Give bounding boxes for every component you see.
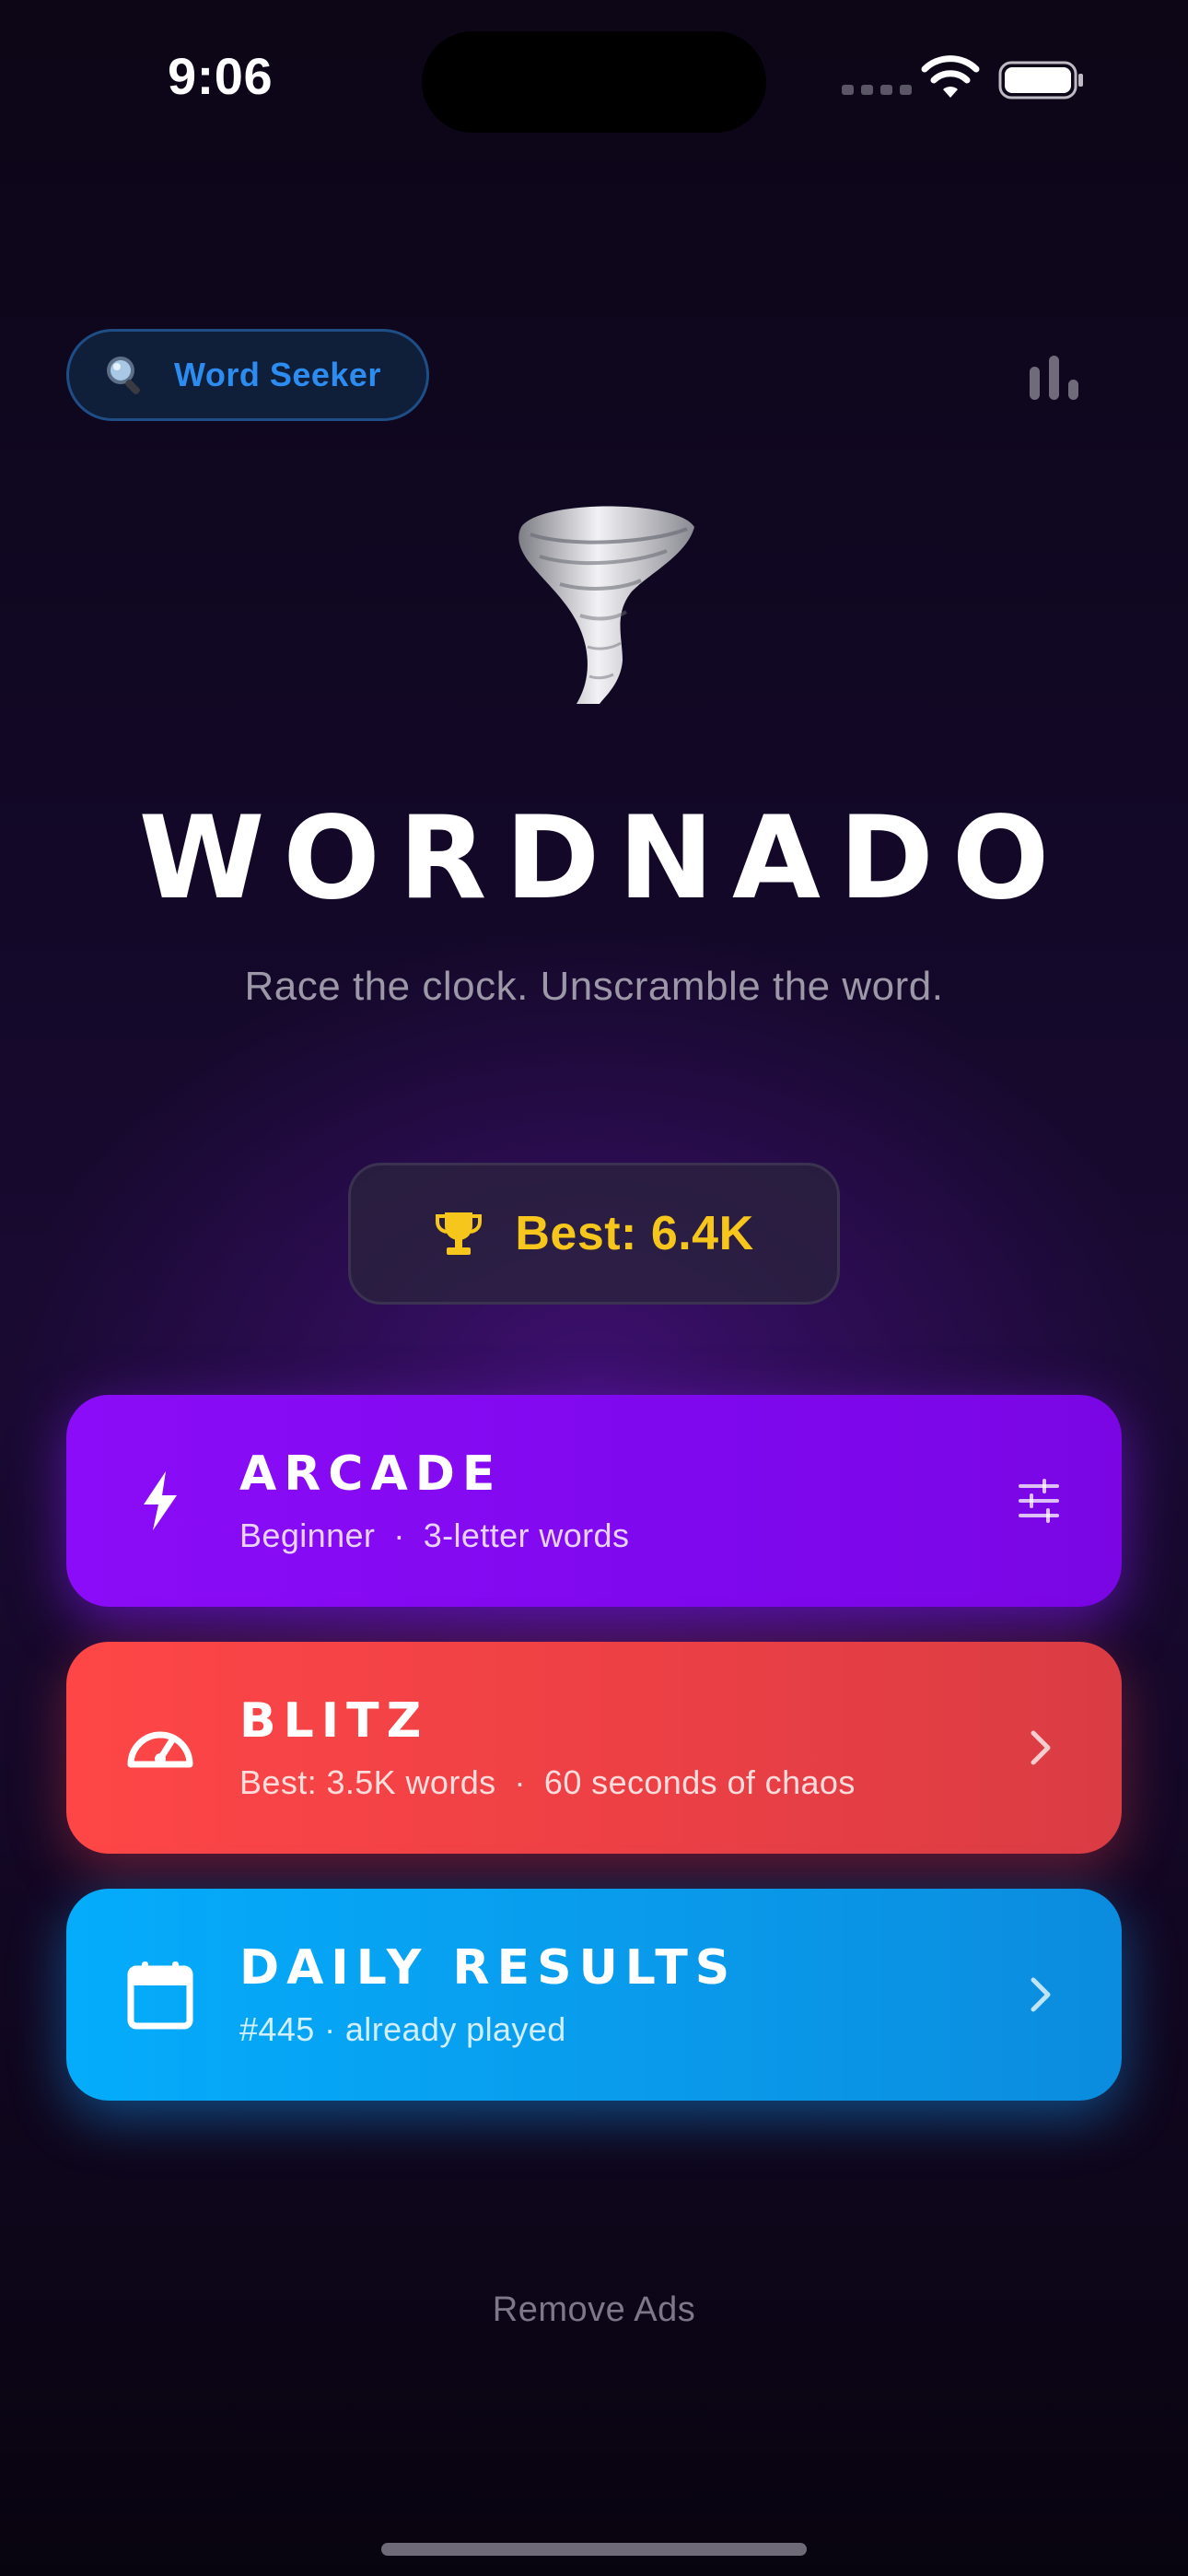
sliders-icon[interactable] <box>1011 1473 1066 1528</box>
dynamic-island <box>422 31 766 133</box>
battery-icon <box>998 61 1083 100</box>
daily-results-title: DAILY RESULTS <box>239 1940 738 1996</box>
calendar-icon <box>127 1961 193 2030</box>
bar-chart-icon[interactable] <box>1028 356 1081 400</box>
trophy-icon <box>436 1212 483 1255</box>
daily-results-subtitle: #445 · already played <box>239 2010 566 2048</box>
wifi-icon <box>921 55 980 98</box>
magnifying-glass-icon <box>107 357 140 394</box>
chevron-right-icon[interactable] <box>1011 1967 1066 2022</box>
arcade-mode-card[interactable]: ARCADE Beginner · 3-letter words <box>66 1395 1122 1607</box>
blitz-subtitle: Best: 3.5K words · 60 seconds of chaos <box>239 1763 856 1801</box>
best-score-badge: Best: 6.4K <box>348 1163 840 1305</box>
remove-ads-link[interactable]: Remove Ads <box>0 2290 1188 2330</box>
app-title: WORDNADO <box>138 792 1068 925</box>
status-time: 9:06 <box>168 47 274 105</box>
home-indicator[interactable] <box>381 2543 807 2556</box>
speedometer-icon <box>127 1731 193 1768</box>
blitz-title: BLITZ <box>239 1693 429 1749</box>
blitz-mode-card[interactable]: BLITZ Best: 3.5K words · 60 seconds of cha… <box>66 1642 1122 1854</box>
daily-results-card[interactable]: DAILY RESULTS #445 · already played <box>66 1889 1122 2101</box>
cellular-signal-icon <box>842 85 912 95</box>
chevron-right-icon[interactable] <box>1011 1720 1066 1775</box>
app-subtitle: Race the clock. Unscramble the word. <box>244 964 944 1009</box>
tornado-icon <box>518 506 694 704</box>
arcade-subtitle: Beginner · 3-letter words <box>239 1516 630 1554</box>
arcade-title: ARCADE <box>239 1446 503 1502</box>
word-seeker-label: Word Seeker <box>174 356 381 393</box>
word-seeker-button[interactable]: Word Seeker <box>66 329 429 421</box>
best-score-label: Best: 6.4K <box>515 1207 754 1260</box>
lightning-bolt-icon <box>144 1471 177 1530</box>
